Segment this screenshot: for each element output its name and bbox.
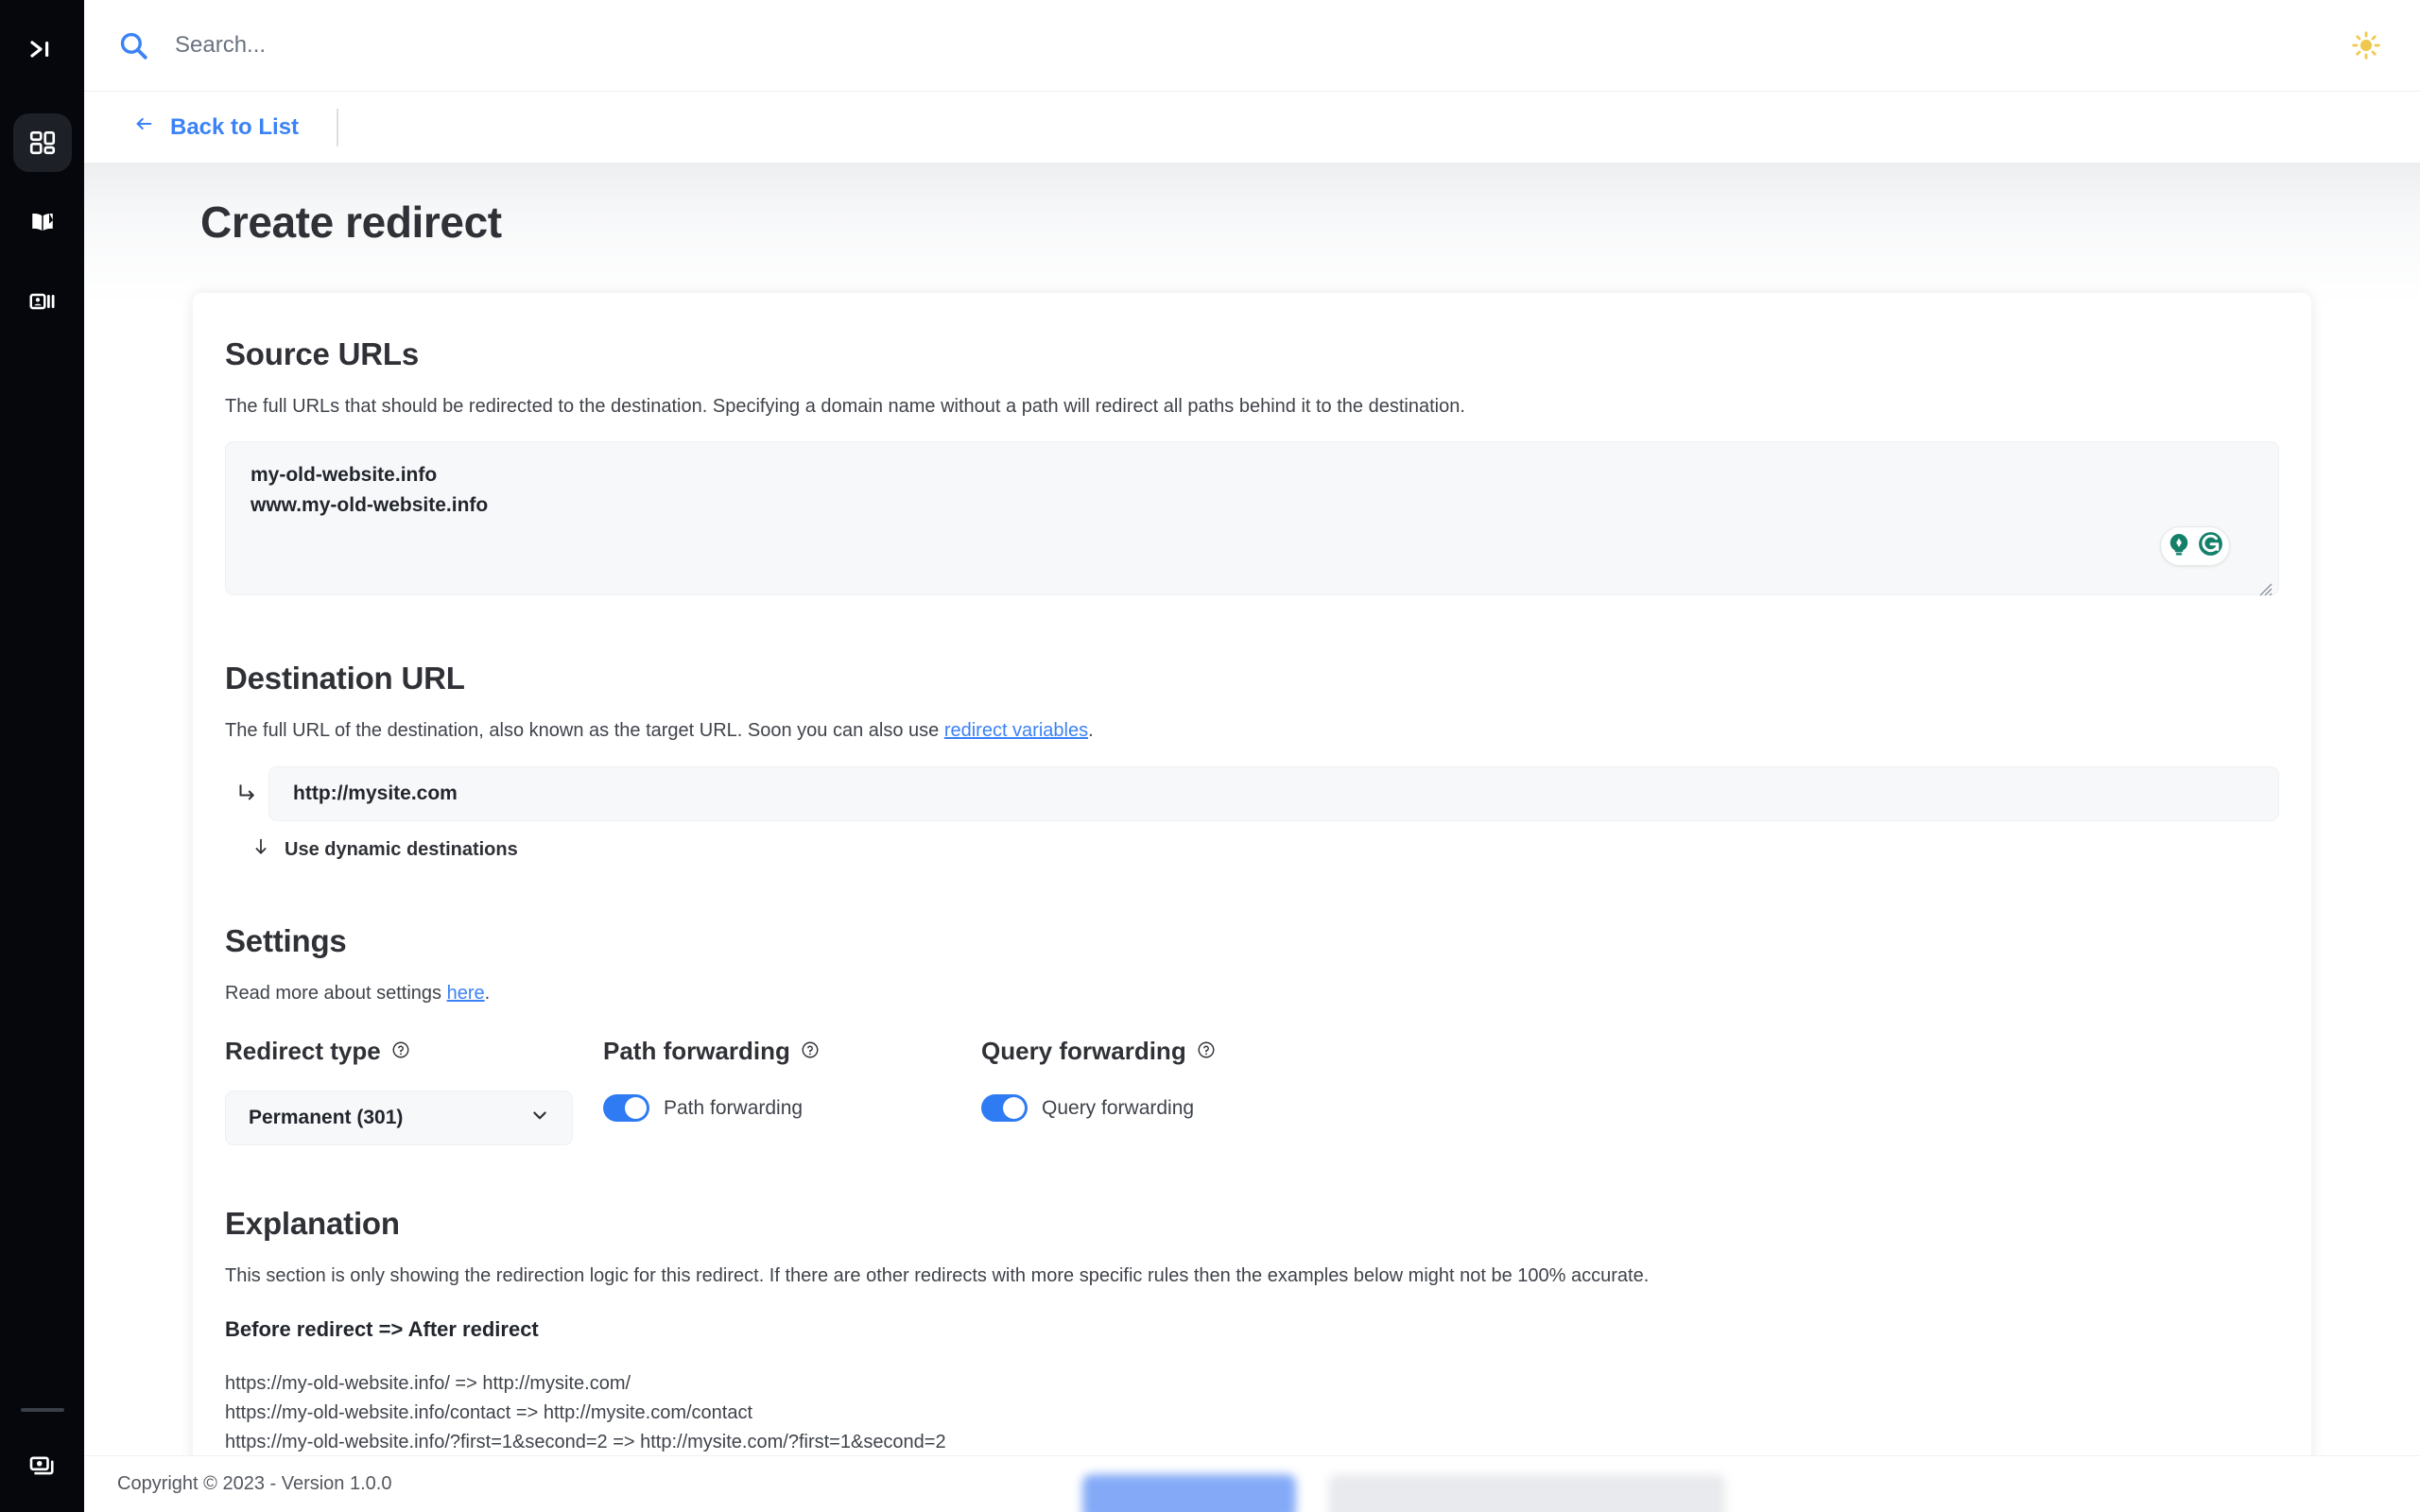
- redirect-type-select[interactable]: Permanent (301): [225, 1091, 573, 1145]
- use-dynamic-destinations-label: Use dynamic destinations: [285, 838, 518, 860]
- settings-heading: Settings: [225, 923, 347, 958]
- destination-url-row: [225, 766, 2279, 821]
- top-search-bar: [84, 0, 2420, 92]
- sidebar-item-dashboard[interactable]: [12, 113, 72, 172]
- redirect-type-group: Redirect type Permanent (301): [225, 1037, 603, 1145]
- grid-dashboard-icon: [28, 129, 57, 157]
- page-content: Create redirect Source URLs The full URL…: [84, 163, 2420, 1455]
- back-to-list-label: Back to List: [170, 113, 300, 140]
- destination-desc-before: The full URL of the destination, also kn…: [225, 720, 944, 741]
- settings-here-link[interactable]: here: [447, 983, 485, 1004]
- redirect-type-label: Redirect type: [225, 1037, 381, 1065]
- contact-card-icon: [28, 287, 57, 316]
- cards-icon: [28, 1452, 57, 1480]
- explanation-examples: https://my-old-website.info/ => http://m…: [225, 1369, 2279, 1455]
- settings-read-more-after: .: [484, 983, 491, 1004]
- sidebar: [0, 0, 84, 1512]
- secondary-action-area-blurred[interactable]: [1328, 1474, 1725, 1512]
- settings-description: Read more about settings here.: [225, 981, 2279, 1006]
- settings-read-more-before: Read more about settings: [225, 983, 447, 1004]
- question-circle-icon[interactable]: [1197, 1037, 1216, 1066]
- path-forwarding-toggle-row[interactable]: Path forwarding: [603, 1094, 803, 1122]
- source-urls-heading: Source URLs: [225, 336, 420, 371]
- example-line: https://my-old-website.info/contact => h…: [225, 1402, 753, 1423]
- chevron-down-icon: [528, 1104, 551, 1132]
- path-forwarding-toggle-label: Path forwarding: [664, 1096, 804, 1119]
- query-forwarding-label: Query forwarding: [981, 1037, 1186, 1065]
- destination-url-heading: Destination URL: [225, 661, 465, 696]
- path-forwarding-toggle[interactable]: [603, 1094, 649, 1122]
- back-bar-divider: [337, 108, 339, 146]
- path-forwarding-group: Path forwarding Path forwarding: [603, 1037, 981, 1145]
- destination-desc-after: .: [1088, 720, 1094, 741]
- search-icon[interactable]: [112, 25, 154, 66]
- path-forwarding-label: Path forwarding: [603, 1037, 790, 1065]
- before-after-subheading: Before redirect => After redirect: [225, 1317, 539, 1341]
- main-area: Back to List Create redirect Source URLs…: [84, 0, 2420, 1512]
- question-circle-icon[interactable]: [801, 1037, 820, 1066]
- back-bar: Back to List: [84, 92, 2420, 163]
- grammarly-widget[interactable]: [2160, 526, 2230, 566]
- query-forwarding-label-row: Query forwarding: [981, 1037, 1359, 1066]
- redirect-variables-link[interactable]: redirect variables: [944, 720, 1088, 741]
- footer: Copyright © 2023 - Version 1.0.0: [84, 1455, 2420, 1512]
- sidebar-item-docs[interactable]: [13, 193, 72, 251]
- back-to-list-button[interactable]: Back to List: [112, 108, 310, 146]
- source-urls-field-wrap: [225, 441, 2279, 600]
- expand-collapse-icon: [28, 37, 57, 61]
- destination-url-input[interactable]: [268, 766, 2279, 821]
- search-input[interactable]: [175, 25, 2344, 66]
- destination-url-description: The full URL of the destination, also kn…: [225, 718, 2279, 744]
- lightbulb-icon[interactable]: [2165, 530, 2193, 563]
- arrow-down-icon: [251, 836, 271, 863]
- query-forwarding-toggle-label: Query forwarding: [1042, 1096, 1195, 1119]
- redirect-form-card: Source URLs The full URLs that should be…: [193, 293, 2311, 1455]
- sidebar-divider: [20, 1408, 64, 1412]
- redirect-type-label-row: Redirect type: [225, 1037, 603, 1066]
- sidebar-item-contacts[interactable]: [13, 272, 72, 331]
- book-icon: [28, 208, 57, 236]
- arrow-left-icon: [131, 113, 156, 141]
- query-forwarding-toggle-row[interactable]: Query forwarding: [981, 1094, 1194, 1122]
- sidebar-collapse-toggle[interactable]: [16, 28, 69, 70]
- sidebar-nav: [0, 113, 84, 331]
- example-line: https://my-old-website.info/ => http://m…: [225, 1373, 631, 1394]
- page-title: Create redirect: [200, 198, 502, 247]
- source-urls-input[interactable]: [225, 441, 2279, 595]
- footer-copyright: Copyright © 2023 - Version 1.0.0: [117, 1473, 392, 1494]
- settings-grid: Redirect type Permanent (301) Path forwa…: [225, 1037, 2279, 1145]
- example-line: https://my-old-website.info/?first=1&sec…: [225, 1432, 946, 1452]
- query-forwarding-toggle[interactable]: [981, 1094, 1028, 1122]
- explanation-description: This section is only showing the redirec…: [225, 1265, 1650, 1286]
- question-circle-icon[interactable]: [391, 1037, 410, 1066]
- sidebar-item-billing[interactable]: [13, 1436, 72, 1495]
- source-urls-description: The full URLs that should be redirected …: [225, 396, 1465, 417]
- query-forwarding-group: Query forwarding Query forwarding: [981, 1037, 1359, 1145]
- sidebar-bottom: [0, 1408, 84, 1495]
- path-forwarding-label-row: Path forwarding: [603, 1037, 981, 1066]
- corner-down-right-icon: [225, 782, 268, 806]
- grammarly-logo-icon[interactable]: [2196, 529, 2225, 563]
- redirect-type-selected-value: Permanent (301): [249, 1107, 404, 1128]
- primary-action-button-blurred[interactable]: [1082, 1474, 1296, 1512]
- use-dynamic-destinations-button[interactable]: Use dynamic destinations: [251, 836, 518, 863]
- sun-icon[interactable]: [2344, 24, 2388, 67]
- explanation-heading: Explanation: [225, 1206, 400, 1241]
